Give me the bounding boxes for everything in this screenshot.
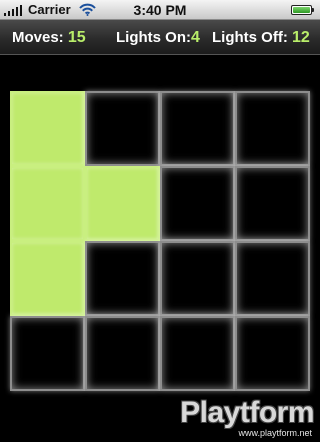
light-cell-r3-c3[interactable] [160, 241, 235, 316]
battery-icon [291, 5, 315, 15]
light-cell-r4-c4[interactable] [235, 316, 310, 391]
lights-off-value: 12 [292, 29, 310, 46]
lights-off-label: Lights Off: [212, 29, 288, 46]
lights-on-stat: Lights On:4 [116, 20, 200, 55]
score-bar: Moves: 15 Lights On:4 Lights Off: 12 [0, 20, 320, 55]
lights-on-value: 4 [191, 29, 200, 46]
light-cell-r3-c2[interactable] [85, 241, 160, 316]
watermark-url: www.playtform.net [238, 428, 312, 438]
light-cell-r1-c1[interactable] [10, 91, 85, 166]
status-bar: Carrier 3:40 PM [0, 0, 320, 20]
light-cell-r3-c4[interactable] [235, 241, 310, 316]
light-cell-r1-c2[interactable] [85, 91, 160, 166]
playtform-watermark: Playtform www.playtform.net [156, 396, 316, 440]
moves-label: Moves: [12, 29, 64, 46]
moves-value: 15 [67, 29, 86, 46]
lights-off-stat: Lights Off: 12 [212, 20, 310, 55]
clock-label: 3:40 PM [133, 2, 187, 18]
light-cell-r1-c4[interactable] [235, 91, 310, 166]
moves-stat: Moves: 15 [12, 20, 86, 55]
light-cell-r2-c3[interactable] [160, 166, 235, 241]
light-cell-r4-c1[interactable] [10, 316, 85, 391]
lights-on-label: Lights On: [116, 29, 191, 46]
light-cell-r4-c3[interactable] [160, 316, 235, 391]
light-cell-r2-c4[interactable] [235, 166, 310, 241]
playtform-logo: Playtform [180, 396, 314, 429]
light-cell-r2-c2[interactable] [85, 166, 160, 241]
light-cell-r3-c1[interactable] [10, 241, 85, 316]
game-screen: Carrier 3:40 PM Moves: 15 Lights On:4 Li… [0, 0, 320, 442]
light-cell-r1-c3[interactable] [160, 91, 235, 166]
light-cell-r2-c1[interactable] [10, 166, 85, 241]
light-cell-r4-c2[interactable] [85, 316, 160, 391]
game-board [10, 91, 310, 391]
